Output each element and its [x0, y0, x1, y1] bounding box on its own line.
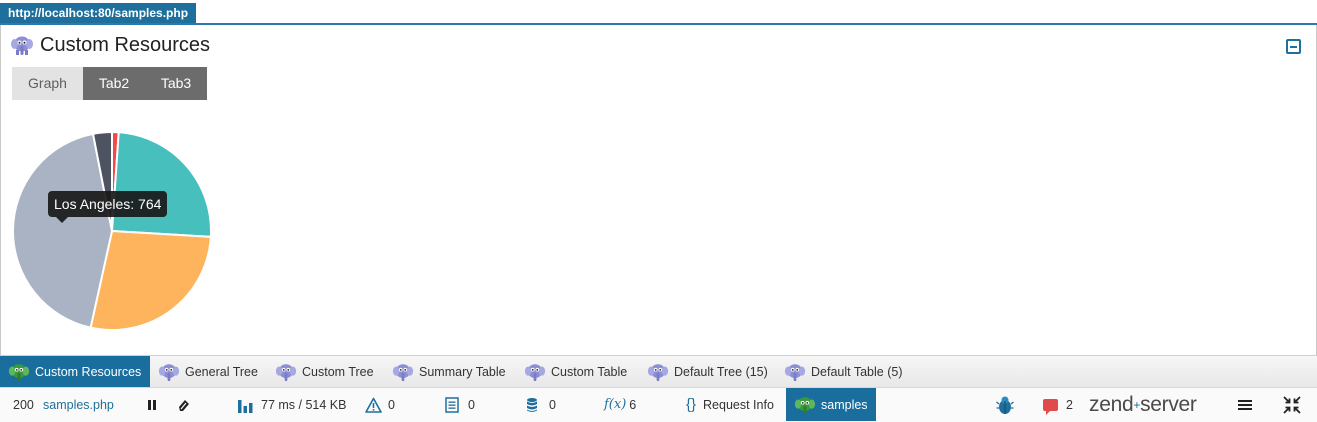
collapse-arrows-icon — [1283, 395, 1301, 414]
warnings-stat[interactable]: 0 — [365, 388, 395, 421]
timing-value: 77 ms / 514 KB — [261, 397, 347, 412]
minimize-toolbar-button[interactable] — [1283, 388, 1301, 421]
tab-tab2[interactable]: Tab2 — [83, 67, 145, 100]
queries-count: 0 — [549, 397, 556, 412]
samples-button[interactable]: samples — [786, 388, 876, 421]
logo-zend: zend — [1089, 392, 1134, 416]
logs-count: 0 — [468, 397, 475, 412]
eraser-icon — [179, 399, 189, 411]
pause-button[interactable] — [146, 388, 158, 421]
elephant-icon — [524, 363, 546, 381]
bottom-tab-label: Custom Table — [551, 364, 628, 379]
panel-title: Custom Resources — [40, 33, 211, 56]
bug-button[interactable] — [996, 388, 1014, 421]
functions-stat[interactable]: f(x) 6 — [604, 388, 636, 421]
url-tab[interactable]: http://localhost:80/samples.php — [0, 3, 197, 23]
request-info-label: Request Info — [703, 397, 774, 412]
message-icon — [1043, 398, 1058, 415]
panel-header: Custom Resources — [10, 33, 210, 57]
database-icon — [527, 397, 537, 412]
timing-stat[interactable]: 77 ms / 514 KB — [237, 388, 346, 421]
function-icon: f(x) — [604, 397, 627, 412]
braces-icon: {} — [686, 396, 697, 413]
queries-stat[interactable]: 0 — [526, 388, 556, 421]
tab-graph[interactable]: Graph — [12, 67, 83, 100]
bottom-tab-label: Custom Tree — [302, 364, 374, 379]
elephant-icon — [275, 363, 297, 381]
bottom-tab-default-tree[interactable]: Default Tree (15) — [639, 356, 776, 387]
bottom-tab-label: Default Tree (15) — [674, 364, 768, 379]
green-elephant-icon — [8, 363, 30, 381]
collapse-icon[interactable] — [1286, 39, 1301, 54]
green-elephant-icon — [794, 396, 816, 414]
elephant-icon — [11, 36, 33, 55]
elephant-icon — [647, 363, 669, 381]
menu-button[interactable] — [1238, 388, 1252, 421]
elephant-icon — [784, 363, 806, 381]
pie-chart — [12, 130, 212, 331]
script-name-link[interactable]: samples.php — [43, 388, 114, 421]
bottom-tab-bar: Custom Resources General Tree Custom Tre… — [0, 355, 1317, 387]
pie-slice-2[interactable] — [110, 131, 212, 238]
bottom-tab-label: Custom Resources — [35, 364, 142, 379]
status-code: 200 — [13, 397, 34, 412]
bottom-tab-label: Default Table (5) — [811, 364, 903, 379]
hamburger-icon — [1238, 399, 1252, 410]
bottom-tab-label: Summary Table — [419, 364, 506, 379]
pie-slice-4[interactable] — [12, 132, 114, 329]
warning-icon — [365, 397, 382, 413]
warnings-count: 0 — [388, 397, 395, 412]
bottom-tab-custom-tree[interactable]: Custom Tree — [267, 356, 384, 387]
functions-count: 6 — [629, 397, 637, 412]
custom-resources-panel: Custom Resources Graph Tab2 Tab3 Los Ang… — [0, 25, 1317, 355]
pause-icon — [148, 399, 156, 410]
zend-debug-toolbar: 200 samples.php 77 ms / 514 KB 0 0 0 f(x… — [0, 387, 1317, 422]
request-info-button[interactable]: {} Request Info — [686, 388, 774, 421]
eraser-button[interactable] — [177, 388, 191, 421]
bottom-tab-default-table[interactable]: Default Table (5) — [776, 356, 911, 387]
samples-label: samples — [821, 397, 868, 412]
bug-icon — [996, 396, 1014, 414]
bottom-tab-custom-table[interactable]: Custom Table — [516, 356, 639, 387]
bottom-tab-general-tree[interactable]: General Tree — [150, 356, 267, 387]
logo-server: server — [1140, 392, 1197, 416]
messages-button[interactable]: 2 — [1043, 388, 1073, 421]
bottom-tab-summary-table[interactable]: Summary Table — [384, 356, 516, 387]
logo-mark: + — [1133, 397, 1141, 412]
logs-stat[interactable]: 0 — [445, 388, 475, 421]
bottom-tab-custom-resources[interactable]: Custom Resources — [0, 356, 150, 387]
elephant-icon — [392, 363, 414, 381]
tab-tab3[interactable]: Tab3 — [145, 67, 207, 100]
zend-server-logo: zend + server — [1089, 388, 1197, 421]
bar-chart-icon — [238, 399, 253, 413]
bottom-tab-label: General Tree — [185, 364, 258, 379]
document-icon — [445, 396, 459, 413]
panel-tabs: Graph Tab2 Tab3 — [12, 67, 207, 100]
elephant-icon — [158, 363, 180, 381]
chart-tooltip: Los Angeles: 764 — [48, 191, 168, 223]
messages-count: 2 — [1066, 397, 1073, 412]
